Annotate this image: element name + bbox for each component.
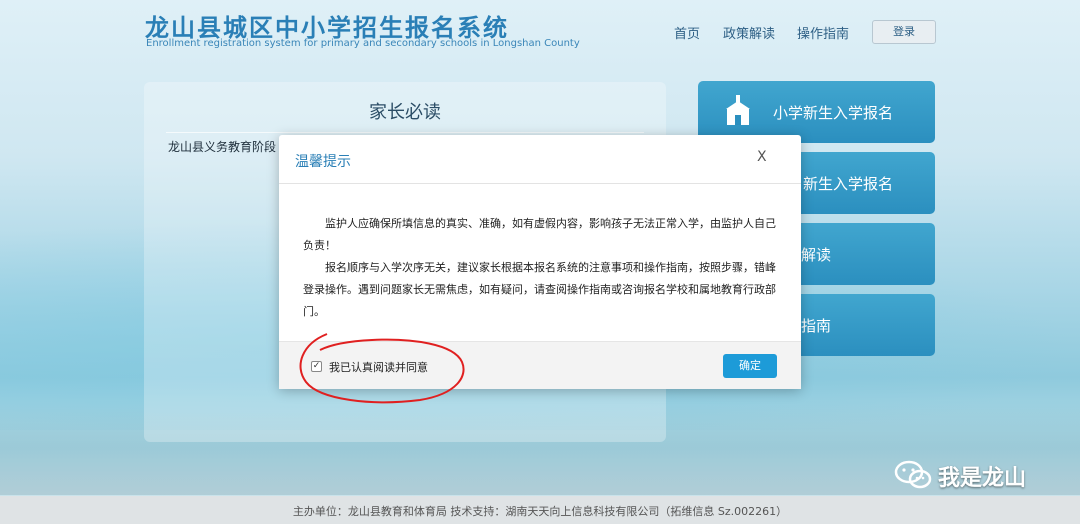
wechat-icon: [894, 460, 932, 489]
watermark: 我是龙山: [890, 456, 1070, 492]
close-icon[interactable]: X: [757, 149, 767, 165]
footer-text: 主办单位：龙山县教育和体育局 技术支持：湖南天天向上信息科技有限公司（拓维信息 …: [292, 505, 788, 518]
dialog-paragraph: 监护人应确保所填信息的真实、准确，如有虚假内容，影响孩子无法正常入学，由监护人自…: [303, 217, 776, 252]
annotation-circle: [299, 333, 465, 404]
watermark-text: 我是龙山: [938, 466, 1027, 491]
dialog-body: 监护人应确保所填信息的真实、准确，如有虚假内容，影响孩子无法正常入学，由监护人自…: [303, 213, 785, 323]
dialog-divider: [279, 183, 801, 184]
page-footer: 主办单位：龙山县教育和体育局 技术支持：湖南天天向上信息科技有限公司（拓维信息 …: [0, 496, 1080, 524]
dialog-title: 温馨提示: [295, 154, 351, 170]
dialog-paragraph: 报名顺序与入学次序无关，建议家长根据本报名系统的注意事项和操作指南，按照步骤，错…: [303, 261, 776, 318]
confirm-button[interactable]: 确定: [723, 354, 777, 378]
